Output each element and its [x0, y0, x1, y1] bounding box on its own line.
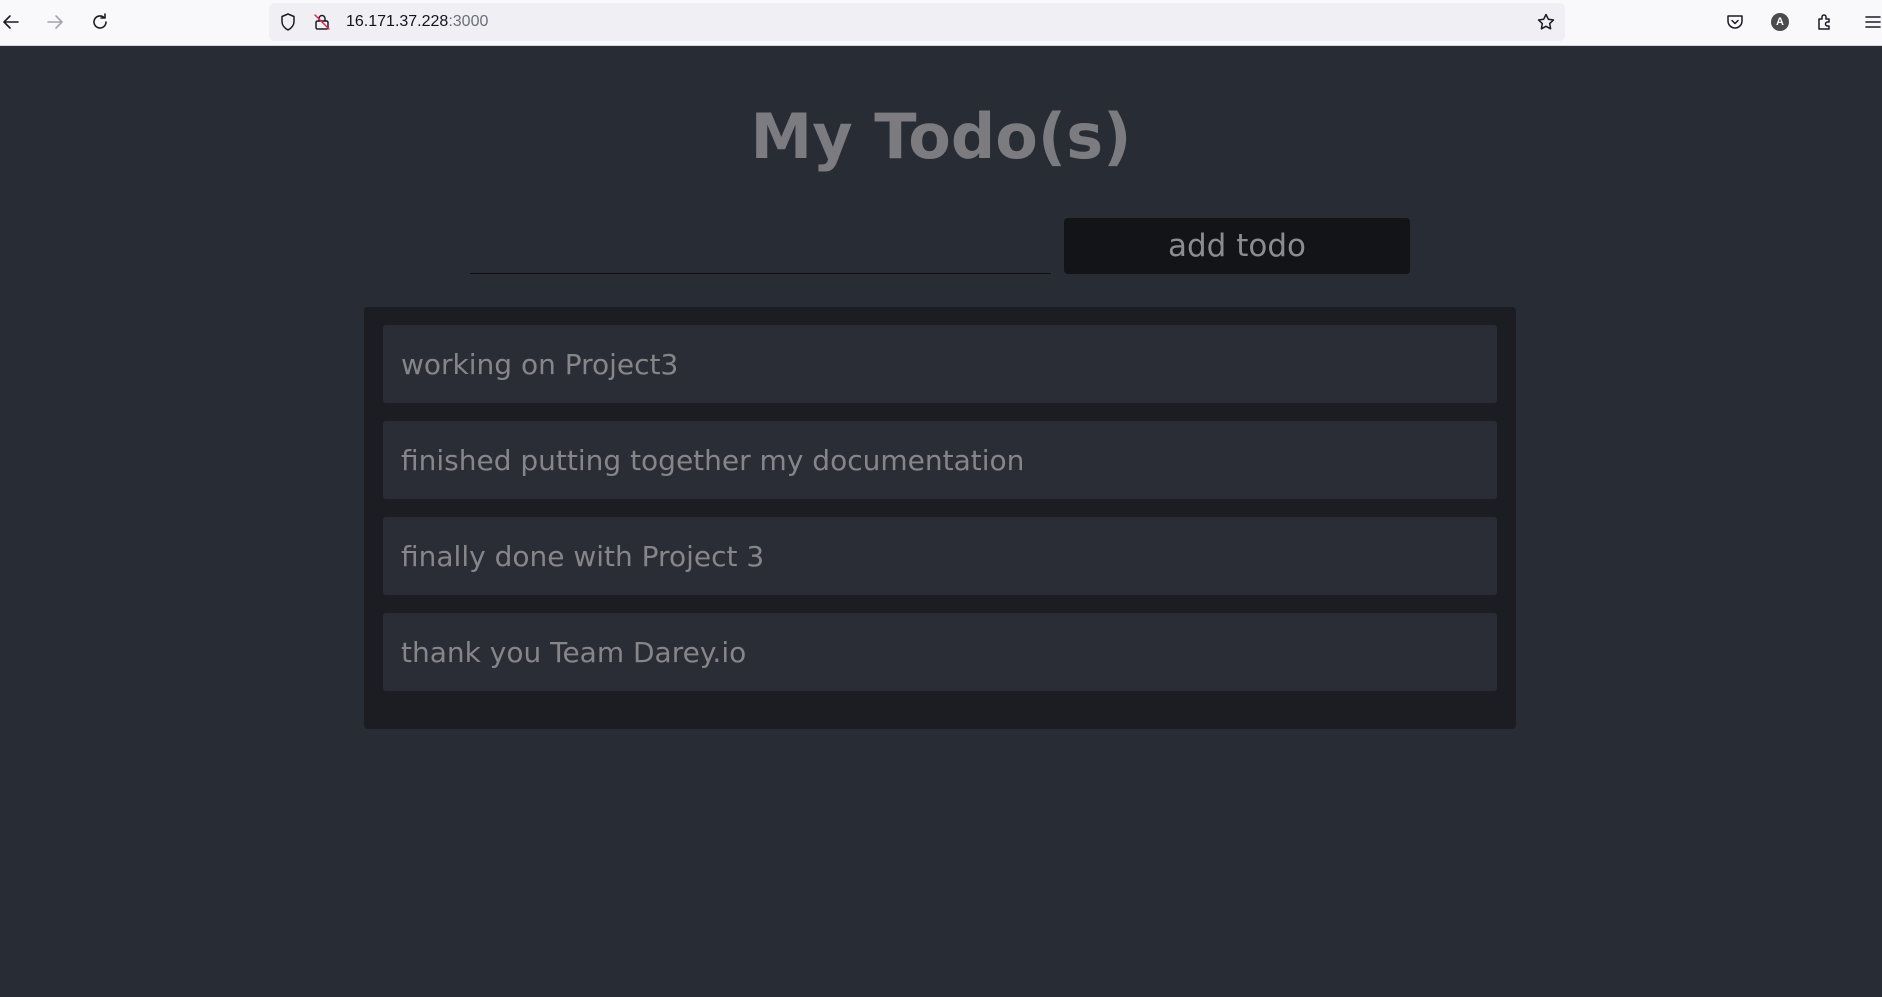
todo-list: working on Project3 finished putting tog…	[364, 307, 1516, 729]
url-host: 16.171.37.228	[346, 13, 449, 30]
todo-item[interactable]: finally done with Project 3	[383, 517, 1497, 595]
todo-item[interactable]: thank you Team Darey.io	[383, 613, 1497, 691]
page-title: My Todo(s)	[750, 100, 1132, 173]
pocket-icon[interactable]	[1722, 9, 1748, 35]
todo-input[interactable]	[470, 218, 1051, 274]
add-todo-button[interactable]: add todo	[1064, 218, 1410, 274]
url-port: :3000	[448, 13, 489, 30]
bookmark-star-icon[interactable]	[1536, 12, 1556, 32]
reload-icon[interactable]	[87, 9, 113, 35]
account-icon[interactable]: A	[1767, 9, 1793, 35]
back-icon[interactable]	[0, 9, 24, 35]
todo-item[interactable]: finished putting together my documentati…	[383, 421, 1497, 499]
insecure-lock-icon[interactable]	[312, 12, 332, 32]
forward-icon[interactable]	[42, 9, 68, 35]
todo-item[interactable]: working on Project3	[383, 325, 1497, 403]
extensions-icon[interactable]	[1812, 9, 1838, 35]
menu-icon[interactable]	[1860, 9, 1882, 35]
address-bar[interactable]: 16.171.37.228:3000	[269, 3, 1565, 41]
browser-toolbar: 16.171.37.228:3000 A	[0, 0, 1882, 46]
url-text[interactable]: 16.171.37.228:3000	[346, 3, 488, 41]
account-avatar: A	[1771, 13, 1789, 31]
shield-icon[interactable]	[278, 12, 298, 32]
